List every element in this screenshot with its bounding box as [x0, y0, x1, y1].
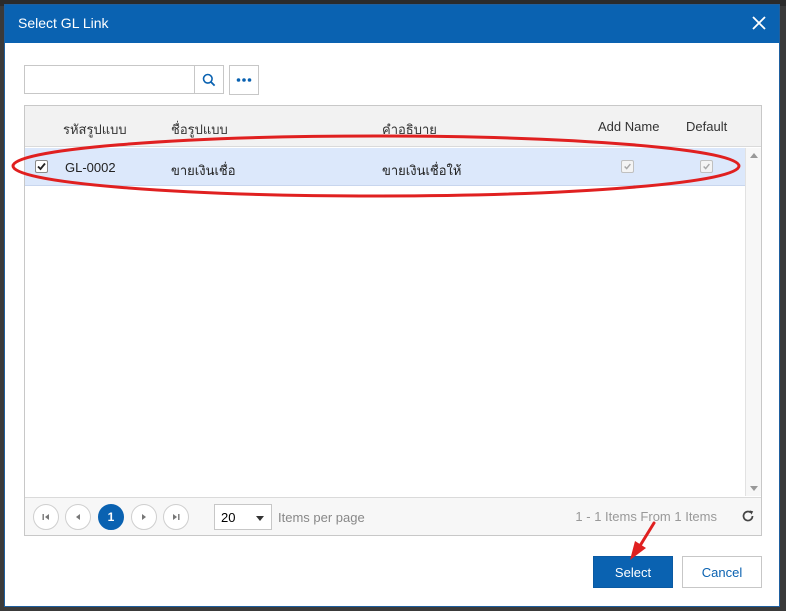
ellipsis-icon — [236, 78, 252, 82]
row-select-checkbox[interactable] — [35, 160, 48, 173]
checkmark-icon — [703, 163, 710, 170]
refresh-button[interactable] — [740, 508, 756, 524]
column-header-code[interactable]: รหัสรูปแบบ — [63, 119, 127, 140]
previous-page-button[interactable] — [65, 504, 91, 530]
search-box — [24, 65, 224, 94]
checkmark-icon — [624, 163, 631, 170]
column-header-default[interactable]: Default — [686, 119, 727, 134]
first-page-icon — [42, 514, 49, 520]
dialog-titlebar: Select GL Link — [5, 5, 779, 43]
column-header-name[interactable]: ชื่อรูปแบบ — [171, 119, 228, 140]
next-page-button[interactable] — [131, 504, 157, 530]
dialog-title: Select GL Link — [18, 15, 109, 31]
vertical-scrollbar[interactable] — [745, 148, 761, 496]
search-input[interactable] — [25, 66, 194, 93]
next-page-icon — [142, 514, 146, 520]
last-page-button[interactable] — [163, 504, 189, 530]
close-icon — [752, 16, 766, 30]
page-button-current[interactable]: 1 — [98, 504, 124, 530]
grid-header: รหัสรูปแบบ ชื่อรูปแบบ คำอธิบาย Add Name … — [25, 106, 761, 147]
cell-default-checkbox — [700, 160, 713, 173]
search-icon — [202, 73, 216, 86]
scroll-down-icon[interactable] — [750, 486, 758, 491]
refresh-icon — [742, 510, 754, 522]
items-per-page-label: Items per page — [278, 510, 365, 525]
select-gl-link-dialog: Select GL Link รหัสรูปแบบ ชื่อรูปแบบ คำอ… — [4, 4, 780, 607]
cell-name: ขายเงินเชื่อ — [171, 163, 236, 178]
chevron-down-icon — [256, 516, 264, 521]
page-size-value: 20 — [221, 510, 236, 525]
pager-info: 1 - 1 Items From 1 Items — [575, 509, 717, 524]
first-page-button[interactable] — [33, 504, 59, 530]
previous-page-icon — [76, 514, 80, 520]
cell-description: ขายเงินเชื่อให้ — [382, 163, 462, 178]
cell-code: GL-0002 — [65, 160, 116, 175]
pager: 1 20 Items per page 1 - 1 Items From 1 I… — [25, 497, 761, 535]
page-size-select[interactable]: 20 — [214, 504, 272, 530]
column-header-add-name[interactable]: Add Name — [598, 119, 659, 134]
more-options-button[interactable] — [229, 65, 259, 95]
checkmark-icon — [37, 162, 46, 171]
search-button[interactable] — [194, 66, 223, 93]
table-row[interactable]: GL-0002 ขายเงินเชื่อ ขายเงินเชื่อให้ — [25, 148, 745, 186]
cell-add-name-checkbox — [621, 160, 634, 173]
select-button[interactable]: Select — [593, 556, 673, 588]
grid-body: GL-0002 ขายเงินเชื่อ ขายเงินเชื่อให้ — [25, 148, 745, 496]
column-header-description[interactable]: คำอธิบาย — [382, 119, 437, 140]
cancel-button[interactable]: Cancel — [682, 556, 762, 588]
last-page-icon — [173, 514, 180, 520]
gl-link-grid: รหัสรูปแบบ ชื่อรูปแบบ คำอธิบาย Add Name … — [24, 105, 762, 536]
close-button[interactable] — [749, 13, 769, 33]
scroll-up-icon[interactable] — [750, 153, 758, 158]
